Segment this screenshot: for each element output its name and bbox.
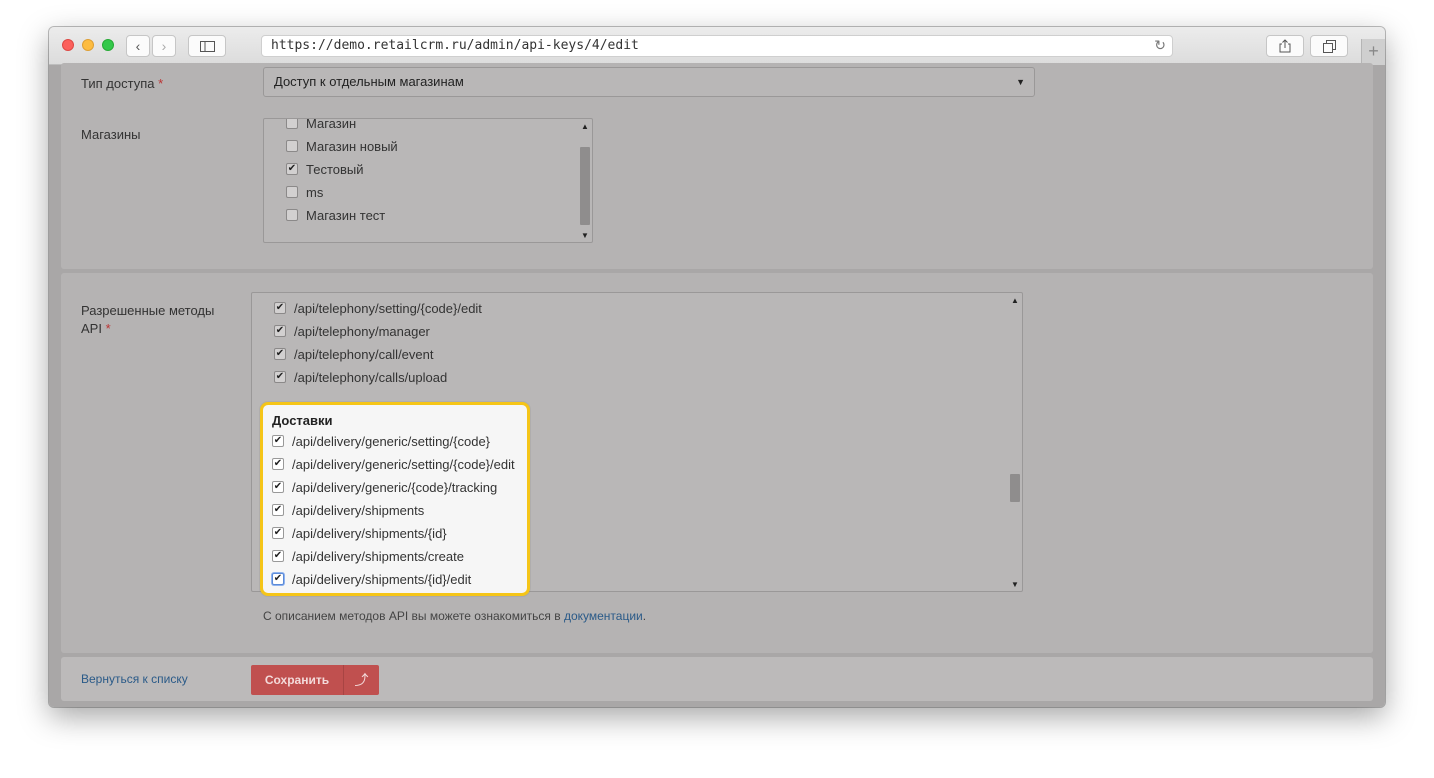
chevron-left-icon: ‹: [135, 38, 141, 54]
delivery-group-title: Доставки: [272, 413, 333, 428]
browser-window: ‹ › https://demo.retailcrm.ru/admin/api-…: [49, 27, 1385, 707]
documentation-link[interactable]: документации: [564, 609, 643, 623]
api-method-option[interactable]: ✔ /api/delivery/generic/{code}/tracking: [272, 477, 497, 497]
tabs-overview-button[interactable]: [1310, 35, 1348, 57]
browser-toolbar: ‹ › https://demo.retailcrm.ru/admin/api-…: [49, 27, 1385, 65]
api-method-option[interactable]: ✔ /api/telephony/call/event: [274, 344, 433, 364]
access-panel: Тип доступа * Доступ к отдельным магазин…: [61, 63, 1373, 269]
share-button[interactable]: [1266, 35, 1304, 57]
save-and-exit-button[interactable]: ⤴: [343, 665, 379, 695]
minimize-window-button[interactable]: [82, 39, 94, 51]
delivery-methods-highlight: Доставки ✔ /api/delivery/generic/setting…: [260, 402, 530, 596]
api-methods-panel: Разрешенные методы API * ✔ /api/telephon…: [61, 273, 1373, 653]
api-method-option[interactable]: ✔ /api/delivery/shipments/{id}: [272, 523, 447, 543]
api-method-option[interactable]: ✔ /api/delivery/generic/setting/{code}/e…: [272, 454, 515, 474]
api-docs-hint: С описанием методов API вы можете ознако…: [263, 609, 647, 623]
api-method-option[interactable]: ✔ /api/delivery/shipments/{id}/edit: [272, 569, 471, 589]
close-window-button[interactable]: [62, 39, 74, 51]
api-method-option[interactable]: ✔ /api/delivery/shipments: [272, 500, 424, 520]
checkbox-checked-focused[interactable]: ✔: [272, 573, 284, 585]
api-method-option[interactable]: ✔ /api/telephony/manager: [274, 321, 430, 341]
address-bar[interactable]: https://demo.retailcrm.ru/admin/api-keys…: [261, 35, 1173, 57]
access-type-label: Тип доступа *: [81, 76, 164, 91]
checkbox-checked[interactable]: ✔: [272, 458, 284, 470]
checkbox-checked[interactable]: ✔: [274, 371, 286, 383]
access-type-value: Доступ к отдельным магазинам: [274, 74, 464, 89]
tabs-icon: [1322, 39, 1336, 53]
api-method-option[interactable]: ✔ /api/telephony/calls/upload: [274, 367, 447, 387]
checkbox[interactable]: [286, 140, 298, 152]
form-footer: Вернуться к списку Сохранить ⤴: [61, 657, 1373, 701]
checkbox-checked[interactable]: ✔: [286, 163, 298, 175]
zoom-window-button[interactable]: [102, 39, 114, 51]
caret-down-icon: ▼: [1016, 77, 1025, 87]
url-text: https://demo.retailcrm.ru/admin/api-keys…: [271, 38, 639, 53]
api-method-option[interactable]: ✔ /api/delivery/generic/setting/{code}: [272, 431, 490, 451]
forward-button[interactable]: ›: [152, 35, 176, 57]
checkbox-checked[interactable]: ✔: [274, 302, 286, 314]
shops-label: Магазины: [81, 127, 141, 142]
shop-option[interactable]: ✔ Тестовый: [286, 159, 364, 179]
shop-option[interactable]: Магазин: [286, 119, 356, 133]
scroll-up-icon[interactable]: ▲: [578, 122, 592, 131]
back-button[interactable]: ‹: [126, 35, 150, 57]
save-button[interactable]: Сохранить: [251, 665, 343, 695]
checkbox-checked[interactable]: ✔: [274, 348, 286, 360]
checkbox[interactable]: [286, 209, 298, 221]
api-method-option[interactable]: ✔ /api/telephony/setting/{code}/edit: [274, 298, 482, 318]
checkbox-checked[interactable]: ✔: [272, 527, 284, 539]
scroll-down-icon[interactable]: ▼: [1008, 580, 1022, 589]
scroll-thumb[interactable]: [1010, 474, 1020, 502]
api-methods-label: Разрешенные методы API *: [81, 303, 215, 336]
reload-icon[interactable]: ↻: [1154, 36, 1166, 56]
shops-listbox[interactable]: Магазин Магазин новый ✔ Тестовый ms Мага…: [263, 118, 593, 243]
checkbox-checked[interactable]: ✔: [272, 504, 284, 516]
new-tab-button[interactable]: +: [1361, 39, 1385, 65]
checkbox-checked[interactable]: ✔: [272, 435, 284, 447]
api-methods-scrollbar[interactable]: ▲ ▼: [1008, 293, 1022, 591]
scroll-thumb[interactable]: [580, 147, 590, 225]
access-type-select[interactable]: Доступ к отдельным магазинам ▼: [263, 67, 1035, 97]
scroll-up-icon[interactable]: ▲: [1008, 296, 1022, 305]
scroll-down-icon[interactable]: ▼: [578, 231, 592, 240]
page-content: Тип доступа * Доступ к отдельным магазин…: [49, 63, 1385, 707]
chevron-right-icon: ›: [161, 38, 167, 54]
shops-scrollbar[interactable]: ▲ ▼: [578, 119, 592, 242]
shop-option[interactable]: Магазин новый: [286, 136, 398, 156]
shop-option[interactable]: Магазин тест: [286, 205, 385, 225]
shop-option[interactable]: ms: [286, 182, 323, 202]
back-to-list-link[interactable]: Вернуться к списку: [81, 672, 188, 686]
checkbox[interactable]: [286, 119, 298, 129]
sidebar-toggle-button[interactable]: [188, 35, 226, 57]
checkbox-checked[interactable]: ✔: [272, 550, 284, 562]
api-method-option[interactable]: ✔ /api/delivery/shipments/create: [272, 546, 464, 566]
share-icon: [1279, 39, 1291, 53]
checkbox[interactable]: [286, 186, 298, 198]
arrow-up-icon: ⤴: [354, 672, 369, 688]
required-mark: *: [105, 321, 111, 336]
required-mark: *: [158, 76, 164, 91]
checkbox-checked[interactable]: ✔: [274, 325, 286, 337]
checkbox-checked[interactable]: ✔: [272, 481, 284, 493]
sidebar-icon: [199, 40, 215, 52]
